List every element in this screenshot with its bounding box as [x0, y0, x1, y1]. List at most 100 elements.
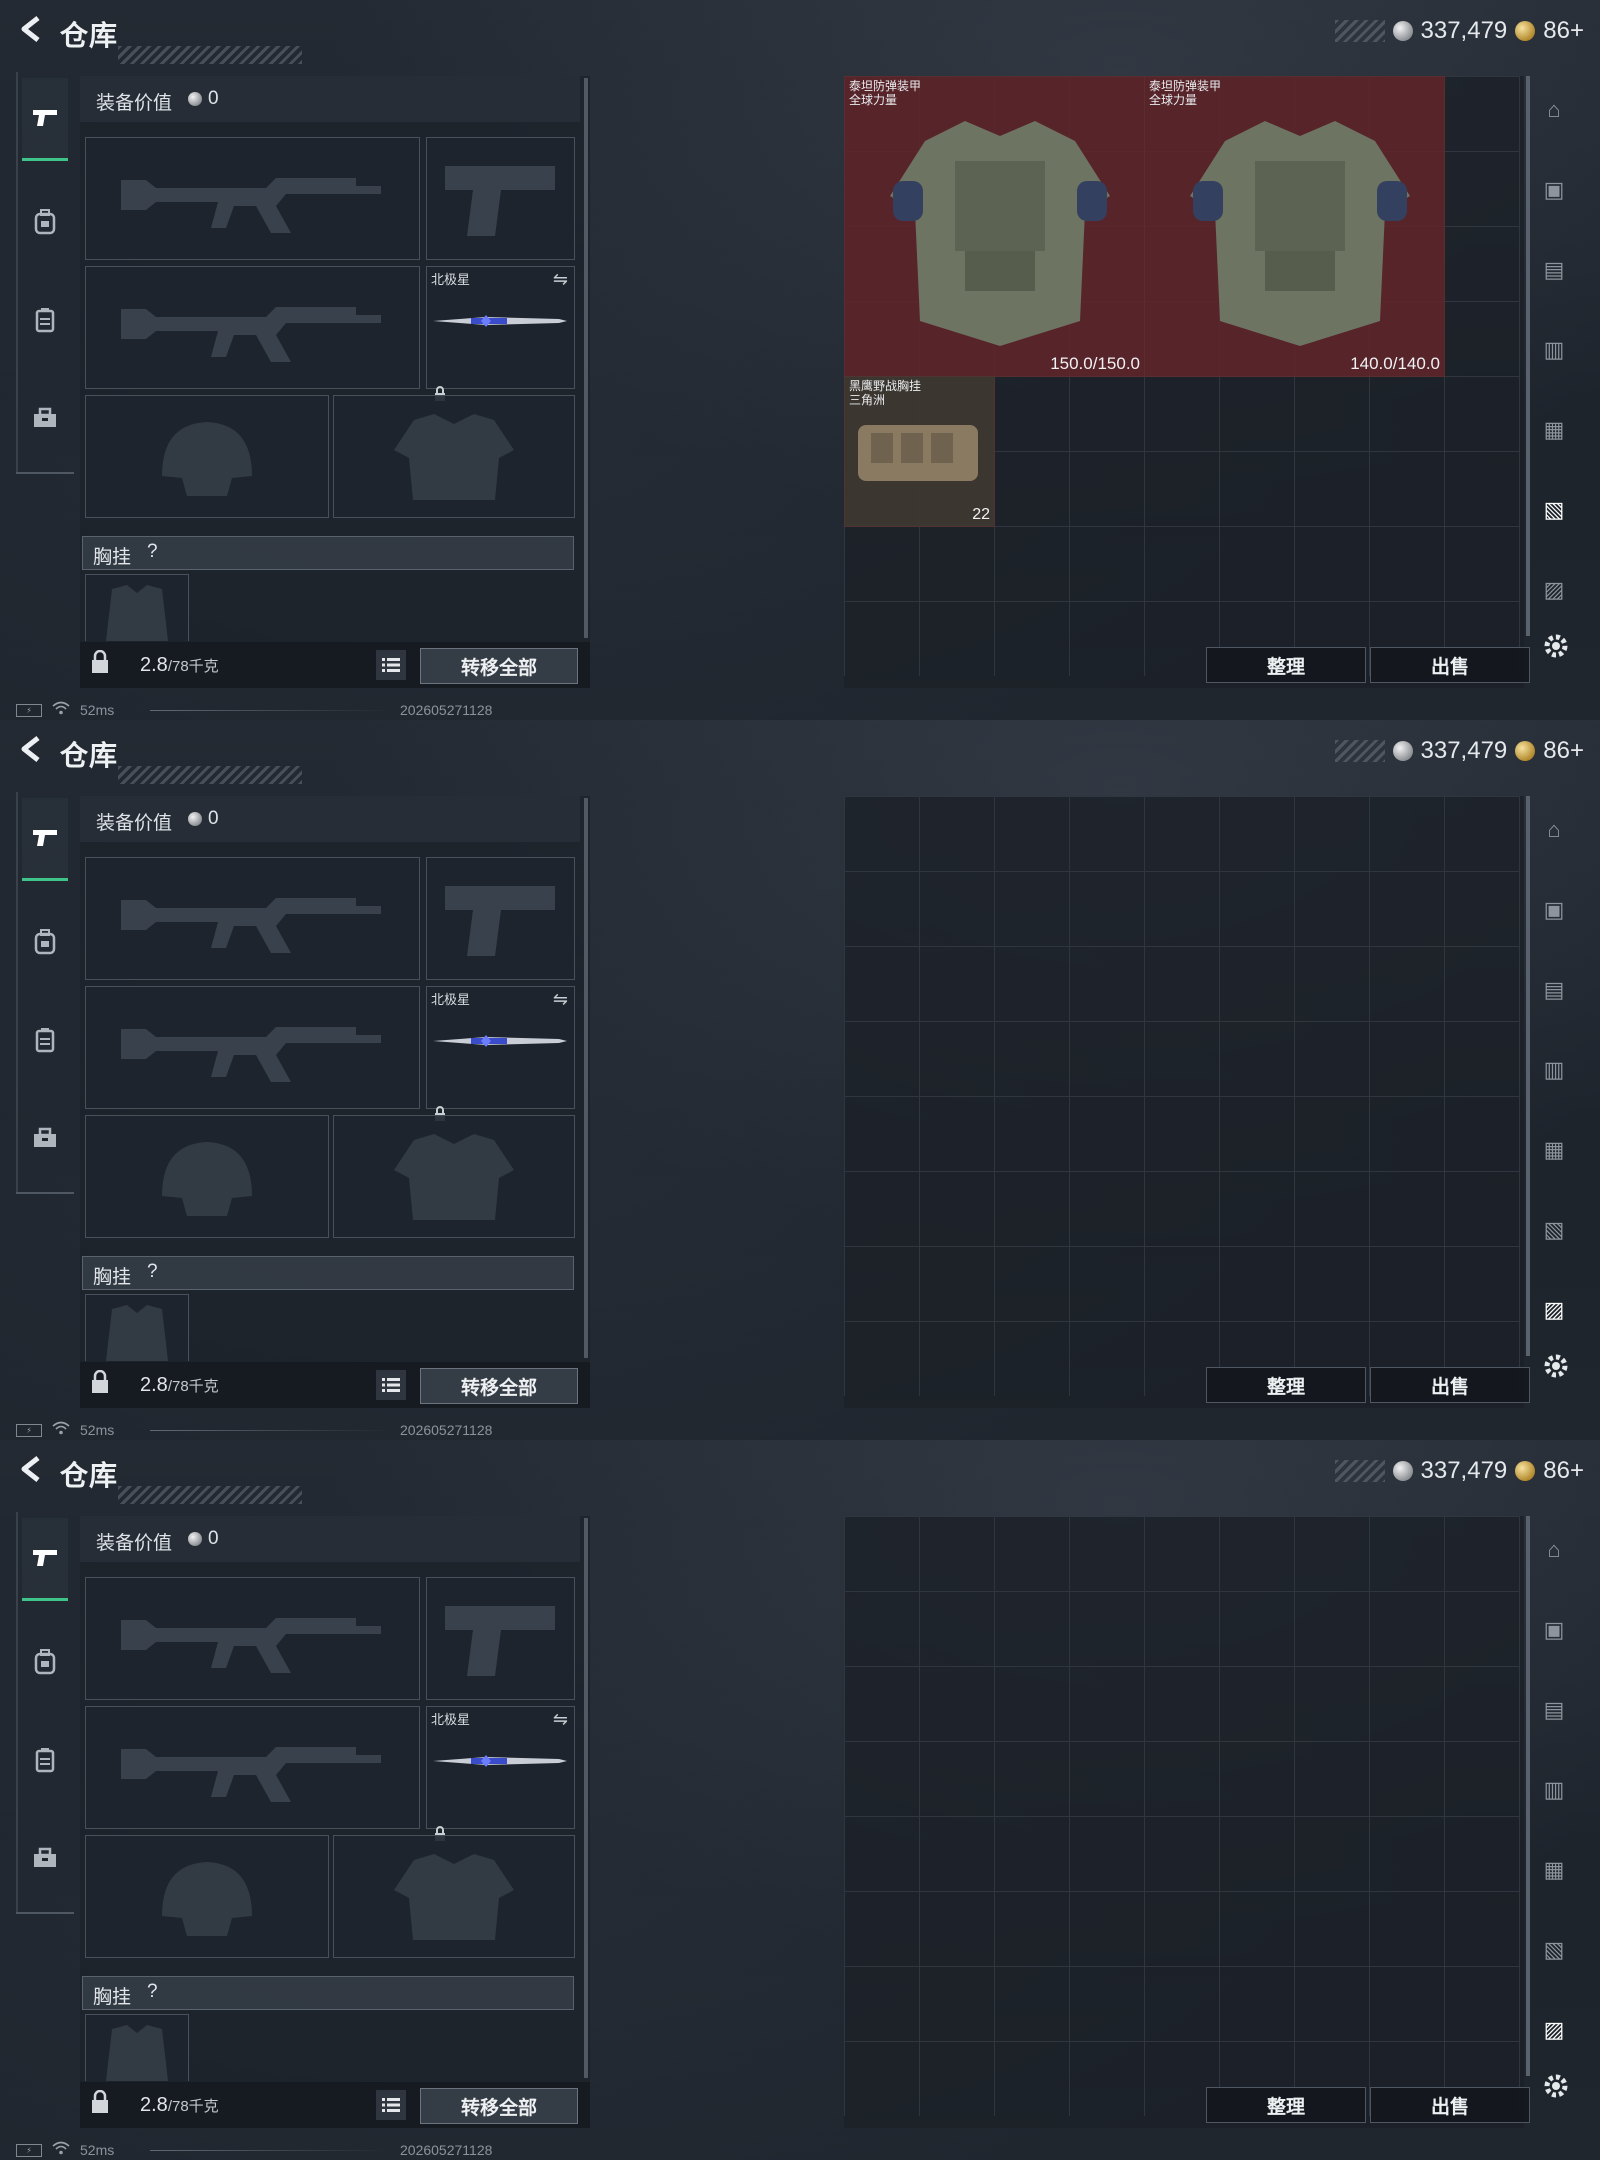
chest-rig-bar[interactable]: 胸挂 ? [82, 1256, 574, 1290]
transfer-all-button[interactable]: 转移全部 [420, 2088, 578, 2124]
weight-max: /78千克 [167, 2098, 219, 2115]
knife-icon [433, 1755, 567, 1767]
secondary-weapon-slot[interactable] [85, 1706, 420, 1829]
gear-icon[interactable] [1536, 2066, 1576, 2106]
weight-current: 2.8 [140, 1374, 168, 1396]
armor-vest-icon[interactable]: ▧ [1534, 490, 1574, 530]
list-view-button[interactable] [376, 2090, 406, 2120]
tier2-rig-icon[interactable]: ▥ [1534, 1050, 1574, 1090]
nav-container[interactable] [22, 280, 68, 360]
nav-container[interactable] [22, 1720, 68, 1800]
nav-toolbox[interactable] [22, 1098, 68, 1178]
armor-vest-icon[interactable]: ▧ [1534, 1930, 1574, 1970]
helmet-icon[interactable]: ⌂ [1534, 1530, 1574, 1570]
gold-amount[interactable]: 86+ [1543, 17, 1584, 45]
sell-button[interactable]: 出售 [1370, 647, 1530, 683]
chest-rig-slot[interactable] [85, 1294, 189, 1361]
tier4-rig-icon[interactable]: ▤ [1534, 250, 1574, 290]
equipment-scrollbar[interactable] [584, 78, 588, 638]
sort-button[interactable]: 整理 [1206, 1367, 1366, 1403]
melee-slot[interactable]: 北极星 ⇋ [426, 986, 575, 1121]
tier4-backpack-icon[interactable]: ▨ [1534, 2010, 1574, 2050]
nav-toolbox[interactable] [22, 378, 68, 458]
equipment-scrollbar[interactable] [584, 1518, 588, 2078]
help-icon[interactable]: ? [147, 1981, 158, 2003]
tier2-rig-icon[interactable]: ▥ [1534, 1770, 1574, 1810]
nav-backpack[interactable] [22, 1622, 68, 1702]
chest-rig-bar[interactable]: 胸挂 ? [82, 536, 574, 570]
helmet-slot[interactable] [85, 395, 329, 518]
nav-container[interactable] [22, 1000, 68, 1080]
chest-rig-bar[interactable]: 胸挂 ? [82, 1976, 574, 2010]
storage-grid[interactable] [844, 796, 1520, 1396]
armor-filter-icon[interactable]: ▣ [1534, 170, 1574, 210]
tier4-rig-icon[interactable]: ▤ [1534, 970, 1574, 1010]
swap-icon[interactable]: ⇋ [553, 989, 568, 1010]
gear-icon[interactable] [1536, 1346, 1576, 1386]
chest-rig-item[interactable]: 黑鹰野战胸挂 三角洲 22 [844, 376, 995, 527]
tier4-backpack-icon[interactable]: ▨ [1534, 570, 1574, 610]
back-button[interactable] [14, 1454, 48, 1488]
help-icon[interactable]: ? [147, 541, 158, 563]
nav-weapons[interactable] [22, 78, 68, 161]
wifi-icon [52, 2141, 70, 2158]
chest-rig-slot[interactable] [85, 574, 189, 641]
armor-filter-icon[interactable]: ▣ [1534, 1610, 1574, 1650]
armor-slot[interactable] [333, 1115, 575, 1238]
swap-icon[interactable]: ⇋ [553, 269, 568, 290]
tier4-backpack-icon[interactable]: ▨ [1534, 1290, 1574, 1330]
nav-weapons[interactable] [22, 1518, 68, 1601]
helmet-icon[interactable]: ⌂ [1534, 90, 1574, 130]
rifle-icon [121, 1747, 381, 1802]
swap-icon[interactable]: ⇋ [553, 1709, 568, 1730]
chest-rig-icon [106, 2025, 168, 2081]
back-button[interactable] [14, 14, 48, 48]
helmet-slot[interactable] [85, 1115, 329, 1238]
primary-weapon-slot[interactable] [85, 137, 420, 260]
list-view-button[interactable] [376, 650, 406, 680]
gold-amount[interactable]: 86+ [1543, 1457, 1584, 1485]
silver-coin-icon [188, 812, 202, 826]
armor-item[interactable]: 泰坦防弹装甲 全球力量 140.0/140.0 [1144, 76, 1445, 377]
gold-amount[interactable]: 86+ [1543, 737, 1584, 765]
pistol-slot[interactable] [426, 857, 575, 980]
nav-toolbox[interactable] [22, 1818, 68, 1898]
helmet-slot[interactable] [85, 1835, 329, 1958]
back-button[interactable] [14, 734, 48, 768]
nav-backpack[interactable] [22, 902, 68, 982]
tier4-vest-icon[interactable]: ▦ [1534, 1130, 1574, 1170]
list-view-button[interactable] [376, 1370, 406, 1400]
help-icon[interactable]: ? [147, 1261, 158, 1283]
armor-slot[interactable] [333, 395, 575, 518]
tier2-rig-icon[interactable]: ▥ [1534, 330, 1574, 370]
tier4-vest-icon[interactable]: ▦ [1534, 1850, 1574, 1890]
sort-button[interactable]: 整理 [1206, 2087, 1366, 2123]
secondary-weapon-slot[interactable] [85, 986, 420, 1109]
primary-weapon-slot[interactable] [85, 857, 420, 980]
sort-button[interactable]: 整理 [1206, 647, 1366, 683]
melee-slot[interactable]: 北极星 ⇋ [426, 1706, 575, 1841]
equipment-scrollbar[interactable] [584, 798, 588, 1358]
helmet-icon[interactable]: ⌂ [1534, 810, 1574, 850]
sell-button[interactable]: 出售 [1370, 1367, 1530, 1403]
gear-icon[interactable] [1536, 626, 1576, 666]
nav-backpack[interactable] [22, 182, 68, 262]
transfer-all-button[interactable]: 转移全部 [420, 1368, 578, 1404]
sell-button[interactable]: 出售 [1370, 2087, 1530, 2123]
armor-slot[interactable] [333, 1835, 575, 1958]
armor-vest-icon[interactable]: ▧ [1534, 1210, 1574, 1250]
nav-divider [16, 72, 18, 474]
storage-grid[interactable] [844, 1516, 1520, 2116]
primary-weapon-slot[interactable] [85, 1577, 420, 1700]
pistol-slot[interactable] [426, 1577, 575, 1700]
armor-item[interactable]: 泰坦防弹装甲 全球力量 150.0/150.0 [844, 76, 1145, 377]
tier4-vest-icon[interactable]: ▦ [1534, 410, 1574, 450]
melee-slot[interactable]: 北极星 ⇋ [426, 266, 575, 401]
secondary-weapon-slot[interactable] [85, 266, 420, 389]
transfer-all-button[interactable]: 转移全部 [420, 648, 578, 684]
tier4-rig-icon[interactable]: ▤ [1534, 1690, 1574, 1730]
pistol-slot[interactable] [426, 137, 575, 260]
chest-rig-slot[interactable] [85, 2014, 189, 2081]
nav-weapons[interactable] [22, 798, 68, 881]
armor-filter-icon[interactable]: ▣ [1534, 890, 1574, 930]
